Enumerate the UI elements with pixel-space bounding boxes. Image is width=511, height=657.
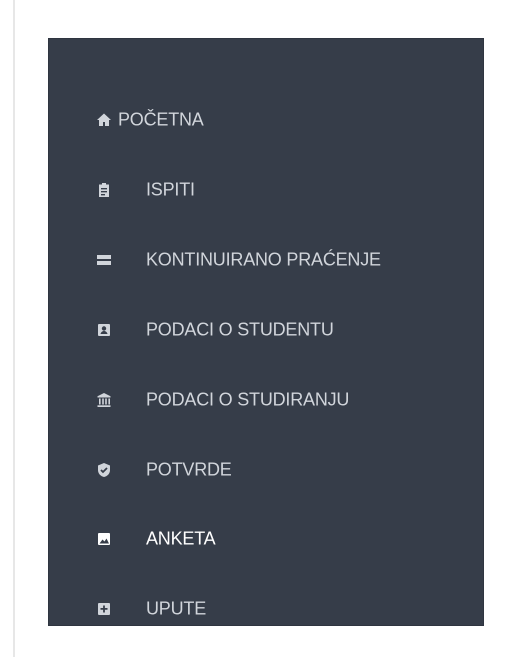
sidebar-item-label: KONTINUIRANO PRAĆENJE — [146, 249, 381, 270]
left-divider — [13, 0, 15, 657]
sidebar-item-anketa[interactable]: ANKETA — [48, 520, 484, 558]
page: POČETNA ISPITI KONTINUIRANO PRAĆENJE POD… — [0, 0, 511, 657]
sidebar-item-label: PODACI O STUDIRANJU — [146, 389, 350, 410]
image-icon — [96, 531, 112, 547]
sidebar-item-podaci-o-studiranju[interactable]: PODACI O STUDIRANJU — [48, 381, 484, 419]
user-card-icon — [96, 322, 112, 338]
plus-square-icon — [96, 601, 112, 617]
sidebar-item-pocetna[interactable]: POČETNA — [48, 101, 484, 139]
shield-check-icon — [96, 462, 112, 478]
sidebar-item-kontinuirano-pracenje[interactable]: KONTINUIRANO PRAĆENJE — [48, 241, 484, 279]
sidebar-item-upute[interactable]: UPUTE — [48, 590, 484, 628]
sidebar-item-label: POTVRDE — [146, 459, 232, 480]
sidebar-item-label: PODACI O STUDENTU — [146, 319, 334, 340]
sidebar-menu: POČETNA ISPITI KONTINUIRANO PRAĆENJE POD… — [48, 38, 484, 626]
sidebar-item-label: UPUTE — [146, 598, 207, 619]
sidebar-item-ispiti[interactable]: ISPITI — [48, 171, 484, 209]
sidebar-item-label: ANKETA — [146, 528, 216, 549]
clipboard-icon — [96, 182, 112, 198]
home-icon — [96, 112, 112, 128]
sidebar-item-label: ISPITI — [146, 179, 195, 200]
sidebar-item-label: POČETNA — [118, 109, 204, 130]
sidebar-item-potvrde[interactable]: POTVRDE — [48, 451, 484, 489]
institution-icon — [96, 392, 112, 408]
list-icon — [96, 252, 112, 268]
sidebar-item-podaci-o-studentu[interactable]: PODACI O STUDENTU — [48, 311, 484, 349]
